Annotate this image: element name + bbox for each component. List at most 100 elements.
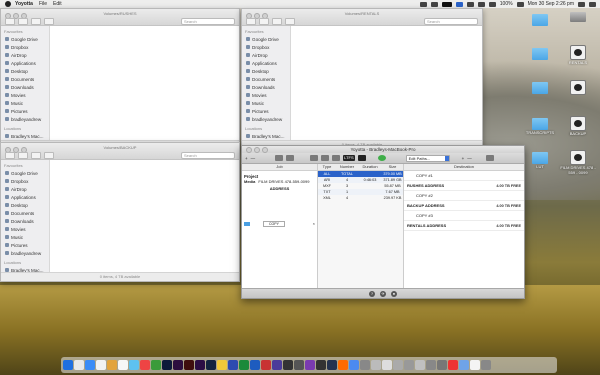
- sidebar-item[interactable]: Pictures: [1, 107, 49, 115]
- menu-edit[interactable]: Edit: [53, 1, 62, 7]
- dock-app-icon[interactable]: [96, 360, 106, 370]
- sidebar-item[interactable]: Dropbox: [242, 43, 290, 51]
- desktop-folder-icon[interactable]: [520, 82, 560, 95]
- dock-app-icon[interactable]: [426, 360, 436, 370]
- dock-app-icon[interactable]: [74, 360, 84, 370]
- dock-app-icon[interactable]: [228, 360, 238, 370]
- action-button[interactable]: [44, 17, 54, 25]
- dock-app-icon[interactable]: [217, 360, 227, 370]
- sidebar-item[interactable]: AirDrop: [242, 51, 290, 59]
- sidebar-item[interactable]: bradleyandrew: [1, 115, 49, 123]
- search-input[interactable]: Search: [181, 151, 235, 159]
- wifi-icon[interactable]: [477, 1, 485, 7]
- sidebar-item[interactable]: Documents: [242, 75, 290, 83]
- arrange-button[interactable]: [272, 17, 282, 25]
- menu-file[interactable]: File: [39, 1, 47, 7]
- dock-app-icon[interactable]: [448, 360, 458, 370]
- status-icon[interactable]: [441, 1, 452, 7]
- dock-app-icon[interactable]: [382, 360, 392, 370]
- sidebar-item[interactable]: Dropbox: [1, 177, 49, 185]
- sidebar-item[interactable]: Movies: [1, 225, 49, 233]
- minimize-icon[interactable]: [254, 147, 260, 153]
- search-input[interactable]: Search: [181, 17, 235, 25]
- apple-menu-icon[interactable]: [5, 1, 11, 7]
- view-button[interactable]: [259, 17, 269, 25]
- dock-app-icon[interactable]: [437, 360, 447, 370]
- dock-app-icon[interactable]: [63, 360, 73, 370]
- sidebar-item[interactable]: AirDrop: [1, 51, 49, 59]
- remove-copy-button[interactable]: ×: [313, 221, 315, 226]
- sidebar-item[interactable]: Google Drive: [242, 35, 290, 43]
- sidebar-item[interactable]: Desktop: [1, 201, 49, 209]
- dock-app-icon[interactable]: [261, 360, 271, 370]
- refresh-icon[interactable]: [286, 155, 295, 161]
- dock-app-icon[interactable]: [415, 360, 425, 370]
- user-icon[interactable]: [357, 155, 366, 161]
- destination-copy-label[interactable]: COPY #3: [404, 211, 524, 221]
- dock-app-icon[interactable]: [294, 360, 304, 370]
- dock-app-icon[interactable]: [151, 360, 161, 370]
- dock-app-icon[interactable]: [118, 360, 128, 370]
- dock-app-icon[interactable]: [459, 360, 469, 370]
- destination-row[interactable]: BACKUP ADDRESS 4.00 TB FREE: [404, 201, 524, 211]
- arrange-button[interactable]: [31, 151, 41, 159]
- close-icon[interactable]: [246, 147, 252, 153]
- sidebar-item[interactable]: Pictures: [1, 241, 49, 249]
- lto-button[interactable]: LTFS: [343, 155, 355, 161]
- folder-icon[interactable]: [275, 155, 284, 161]
- window-titlebar[interactable]: Volumes/BACKUP Search: [1, 143, 239, 160]
- battery-percent[interactable]: 100%: [500, 1, 513, 7]
- add-destination-button[interactable]: +: [462, 156, 465, 161]
- destination-copy-label[interactable]: COPY #2: [404, 191, 524, 201]
- zoom-icon[interactable]: [262, 147, 268, 153]
- destination-row[interactable]: RENTALS ADDRESS 4.00 TB FREE: [404, 221, 524, 231]
- dock-app-icon[interactable]: [129, 360, 139, 370]
- remove-job-button[interactable]: —: [251, 156, 256, 161]
- dock-app-icon[interactable]: [272, 360, 282, 370]
- desktop-folder-icon[interactable]: [520, 48, 560, 61]
- status-icon[interactable]: [466, 1, 474, 7]
- dock-app-icon[interactable]: [195, 360, 205, 370]
- destination-copy-label[interactable]: COPY #1: [404, 171, 524, 181]
- sidebar-item[interactable]: Bradley's Mac...: [242, 132, 290, 140]
- dock-app-icon[interactable]: [140, 360, 150, 370]
- view-button[interactable]: [18, 17, 28, 25]
- sidebar-item[interactable]: Movies: [242, 91, 290, 99]
- dock-app-icon[interactable]: [481, 360, 491, 370]
- sidebar-item[interactable]: Google Drive: [1, 35, 49, 43]
- help-button[interactable]: ?: [369, 290, 375, 297]
- sidebar-item[interactable]: Applications: [1, 193, 49, 201]
- film-icon[interactable]: [310, 155, 319, 161]
- desktop-folder-icon-transcripts[interactable]: TRANSCRIPTS: [520, 118, 560, 136]
- paths-dropdown[interactable]: Edit Paths...: [405, 154, 450, 162]
- info-icon[interactable]: ●: [391, 290, 397, 297]
- transfer-icon[interactable]: ✈: [380, 290, 386, 297]
- dock-app-icon[interactable]: [239, 360, 249, 370]
- back-button[interactable]: [246, 17, 256, 25]
- sidebar-item[interactable]: Desktop: [1, 67, 49, 75]
- sidebar-item[interactable]: Documents: [1, 209, 49, 217]
- column-header[interactable]: Type: [318, 164, 336, 170]
- dock-app-icon[interactable]: [250, 360, 260, 370]
- dock-app-icon[interactable]: [85, 360, 95, 370]
- remove-destination-button[interactable]: —: [467, 156, 472, 161]
- desktop-folder-icon-lut[interactable]: LUT: [520, 152, 560, 170]
- transcode-icon[interactable]: [321, 155, 330, 161]
- sidebar-item[interactable]: bradleyandrew: [242, 115, 290, 123]
- window-titlebar[interactable]: Volumes/RENTALS Search: [242, 9, 482, 26]
- destination-row[interactable]: RUSHES ADDRESS 4.00 TB FREE: [404, 181, 524, 191]
- dock-app-icon[interactable]: [162, 360, 172, 370]
- dock-app-icon[interactable]: [173, 360, 183, 370]
- desktop-disk-icon-rentals[interactable]: RENTALS: [558, 45, 598, 66]
- back-button[interactable]: [5, 17, 15, 25]
- settings-icon[interactable]: [332, 155, 341, 161]
- sidebar-item[interactable]: Music: [1, 99, 49, 107]
- sidebar-item[interactable]: AirDrop: [1, 185, 49, 193]
- sidebar-item[interactable]: Google Drive: [1, 169, 49, 177]
- dock-app-icon[interactable]: [184, 360, 194, 370]
- status-icon[interactable]: [419, 1, 427, 7]
- sidebar-item[interactable]: Desktop: [242, 67, 290, 75]
- sidebar-item[interactable]: Music: [242, 99, 290, 107]
- dock-app-icon[interactable]: [316, 360, 326, 370]
- desktop-disk-icon-film-drives[interactable]: FILM DRIVES 478 - 559 - 0099: [558, 150, 598, 175]
